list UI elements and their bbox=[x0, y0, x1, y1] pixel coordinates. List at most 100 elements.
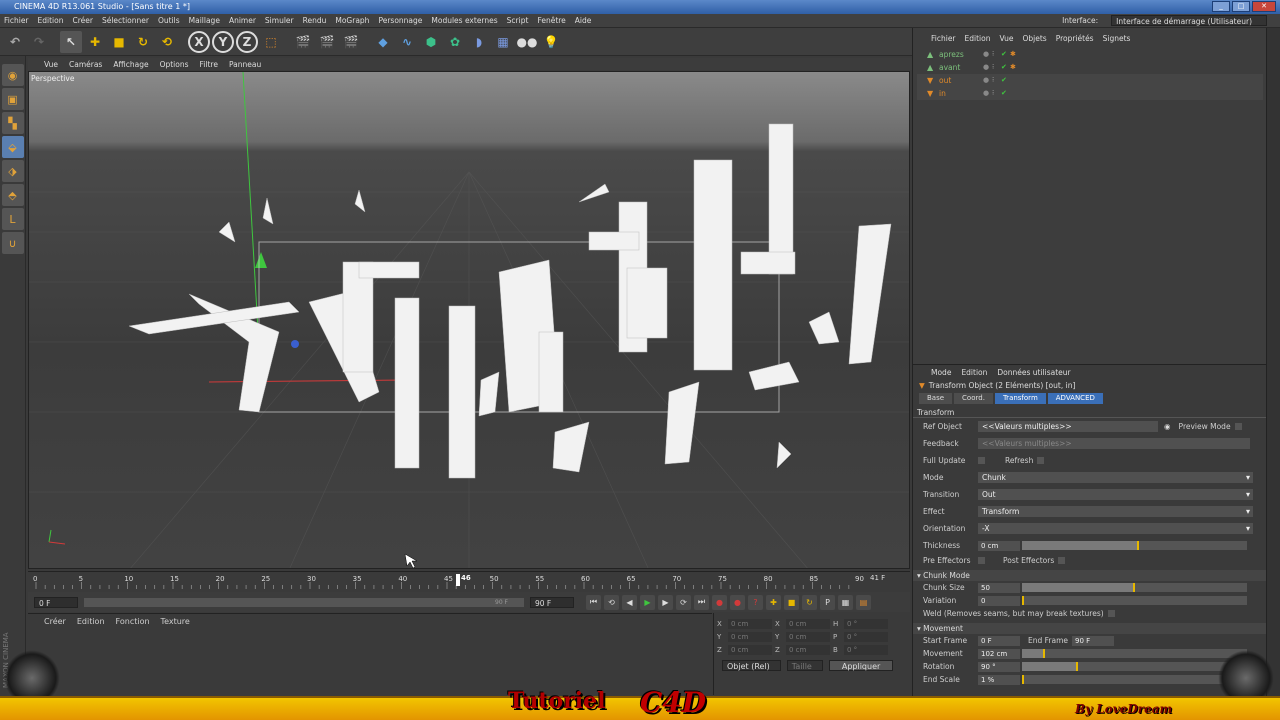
lock-x-icon[interactable]: X bbox=[188, 30, 210, 53]
enable-check-icon[interactable]: ✔ bbox=[1001, 89, 1007, 97]
menu-fenetre[interactable]: Fenêtre bbox=[537, 16, 565, 25]
cube-object-icon[interactable]: ◆ bbox=[372, 31, 394, 53]
lock-z-icon[interactable]: Z bbox=[236, 30, 258, 53]
tab-transform[interactable]: Transform bbox=[994, 392, 1046, 404]
visibility-dots-icon[interactable]: ⁝ bbox=[992, 63, 998, 71]
mode-dropdown[interactable]: Chunk bbox=[978, 472, 1253, 483]
coord-size-dropdown[interactable]: Taille bbox=[786, 660, 823, 671]
transition-dropdown[interactable]: Out bbox=[978, 489, 1253, 500]
coord-size-z[interactable]: 0 cm bbox=[786, 644, 830, 655]
object-name[interactable]: avant bbox=[939, 63, 960, 72]
frame-range-slider[interactable]: 90 F bbox=[84, 597, 524, 607]
material-menu-texture[interactable]: Texture bbox=[161, 617, 190, 626]
apply-button[interactable]: Appliquer bbox=[828, 660, 894, 671]
post-effectors-checkbox[interactable] bbox=[1058, 557, 1066, 564]
pre-effectors-checkbox[interactable] bbox=[978, 557, 985, 564]
object-menu-signets[interactable]: Signets bbox=[1103, 34, 1131, 46]
maximize-button[interactable]: □ bbox=[1232, 1, 1250, 12]
enable-check-icon[interactable]: ✔ bbox=[1001, 76, 1007, 84]
coord-pos-x[interactable]: 0 cm bbox=[728, 618, 772, 629]
timeline-menu-icon[interactable]: ▤ bbox=[856, 594, 871, 610]
object-menu-vue[interactable]: Vue bbox=[999, 34, 1013, 46]
end-frame-field[interactable]: 90 F bbox=[1072, 635, 1115, 646]
viewport-menu-panneau[interactable]: Panneau bbox=[229, 60, 261, 69]
attribute-menu-edition[interactable]: Edition bbox=[961, 368, 987, 379]
autokey-icon[interactable]: ● bbox=[730, 594, 745, 610]
next-key-icon[interactable]: ⟳ bbox=[676, 594, 691, 610]
cloner-icon[interactable]: ✿ bbox=[444, 31, 466, 53]
coord-pos-z[interactable]: 0 cm bbox=[728, 644, 772, 655]
make-editable-icon[interactable]: ◉ bbox=[1, 64, 24, 86]
section-chunk-mode[interactable]: ▾ Chunk Mode bbox=[913, 570, 1266, 581]
perspective-viewport[interactable]: Perspective bbox=[28, 71, 910, 569]
camera-icon[interactable]: ●● bbox=[516, 31, 538, 53]
interface-dropdown[interactable]: Interface de démarrage (Utilisateur) bbox=[1111, 15, 1267, 26]
enable-check-icon[interactable]: ✔ bbox=[1001, 63, 1007, 71]
rotate-icon[interactable]: ↻ bbox=[132, 31, 154, 53]
render-picture-viewer-icon[interactable]: 🎬 bbox=[316, 31, 338, 53]
menu-mograph[interactable]: MoGraph bbox=[335, 16, 369, 25]
undo-icon[interactable]: ↶ bbox=[4, 31, 26, 53]
viewport-menu-vue[interactable]: Vue bbox=[44, 60, 58, 69]
recent-tools-icon[interactable]: ⟲ bbox=[156, 31, 178, 53]
menu-outils[interactable]: Outils bbox=[158, 16, 180, 25]
rotation-field[interactable]: 90 ° bbox=[978, 661, 1020, 672]
menu-aide[interactable]: Aide bbox=[575, 16, 592, 25]
viewport-menu-options[interactable]: Options bbox=[160, 60, 189, 69]
endscale-slider[interactable] bbox=[1022, 675, 1247, 684]
key-rotation-icon[interactable]: ↻ bbox=[802, 594, 817, 610]
layer-dot-icon[interactable]: ● bbox=[983, 76, 989, 84]
minimize-button[interactable]: _ bbox=[1212, 1, 1230, 12]
layer-dot-icon[interactable]: ● bbox=[983, 63, 989, 71]
visibility-dots-icon[interactable]: ⁝ bbox=[992, 50, 998, 58]
ref-object-field[interactable]: <<Valeurs multiples>> bbox=[978, 421, 1158, 432]
section-movement[interactable]: ▾ Movement bbox=[913, 623, 1266, 634]
scale-icon[interactable]: ■ bbox=[108, 31, 130, 53]
coord-rot-b[interactable]: 0 ° bbox=[844, 644, 888, 655]
attribute-menu-user-data[interactable]: Données utilisateur bbox=[997, 368, 1070, 379]
key-scale-icon[interactable]: ■ bbox=[784, 594, 799, 610]
floor-icon[interactable]: ▦ bbox=[492, 31, 514, 53]
start-frame-field[interactable]: 0 F bbox=[978, 635, 1020, 646]
snap-icon[interactable]: ∪ bbox=[1, 232, 24, 254]
viewport-menu-filtre[interactable]: Filtre bbox=[200, 60, 218, 69]
movement-slider[interactable] bbox=[1022, 649, 1247, 658]
key-parameter-icon[interactable]: P bbox=[820, 594, 835, 610]
spline-pen-icon[interactable]: ∿ bbox=[396, 31, 418, 53]
next-frame-icon[interactable]: ▶ bbox=[658, 594, 673, 610]
orientation-dropdown[interactable]: -X bbox=[978, 523, 1253, 534]
tab-advanced[interactable]: ADVANCED bbox=[1047, 392, 1103, 404]
chunk-size-field[interactable]: 50 bbox=[978, 582, 1020, 593]
menu-rendu[interactable]: Rendu bbox=[303, 16, 327, 25]
previous-frame-icon[interactable]: ◀ bbox=[622, 594, 637, 610]
light-icon[interactable]: 💡 bbox=[540, 31, 562, 53]
variation-field[interactable]: 0 bbox=[978, 595, 1020, 606]
record-icon[interactable]: ● bbox=[712, 594, 727, 610]
chunk-size-slider[interactable] bbox=[1022, 583, 1247, 592]
tab-base[interactable]: Base bbox=[919, 392, 953, 404]
points-mode-icon[interactable]: ⬗ bbox=[1, 160, 24, 182]
goto-start-icon[interactable]: ⏮ bbox=[586, 594, 601, 610]
object-menu-edition[interactable]: Edition bbox=[965, 34, 991, 46]
close-button[interactable]: ✕ bbox=[1252, 1, 1276, 12]
object-menu-fichier[interactable]: Fichier bbox=[931, 34, 956, 46]
layer-dot-icon[interactable]: ● bbox=[983, 50, 989, 58]
visibility-dots-icon[interactable]: ⁝ bbox=[992, 89, 998, 97]
subdivision-icon[interactable]: ⬢ bbox=[420, 31, 442, 53]
coord-rot-h[interactable]: 0 ° bbox=[844, 618, 888, 629]
coord-rot-p[interactable]: 0 ° bbox=[844, 631, 888, 642]
variation-slider[interactable] bbox=[1022, 596, 1247, 605]
viewport-menu-cameras[interactable]: Caméras bbox=[69, 60, 102, 69]
object-row-in[interactable]: ▼ in ● ⁝ ✔ bbox=[917, 87, 1263, 100]
coord-size-y[interactable]: 0 cm bbox=[786, 631, 830, 642]
movement-field[interactable]: 102 cm bbox=[978, 648, 1020, 659]
menu-simuler[interactable]: Simuler bbox=[265, 16, 294, 25]
object-menu-objets[interactable]: Objets bbox=[1022, 34, 1046, 46]
render-settings-icon[interactable]: 🎬 bbox=[340, 31, 362, 53]
object-row-avant[interactable]: ▲ avant ● ⁝ ✔ ✱ bbox=[917, 61, 1263, 74]
end-frame-field[interactable]: 90 F bbox=[530, 596, 574, 608]
enable-check-icon[interactable]: ✔ bbox=[1001, 50, 1007, 58]
coord-mode-dropdown[interactable]: Objet (Rel) bbox=[722, 660, 781, 671]
play-icon[interactable]: ▶ bbox=[640, 594, 655, 610]
object-name[interactable]: in bbox=[939, 89, 946, 98]
